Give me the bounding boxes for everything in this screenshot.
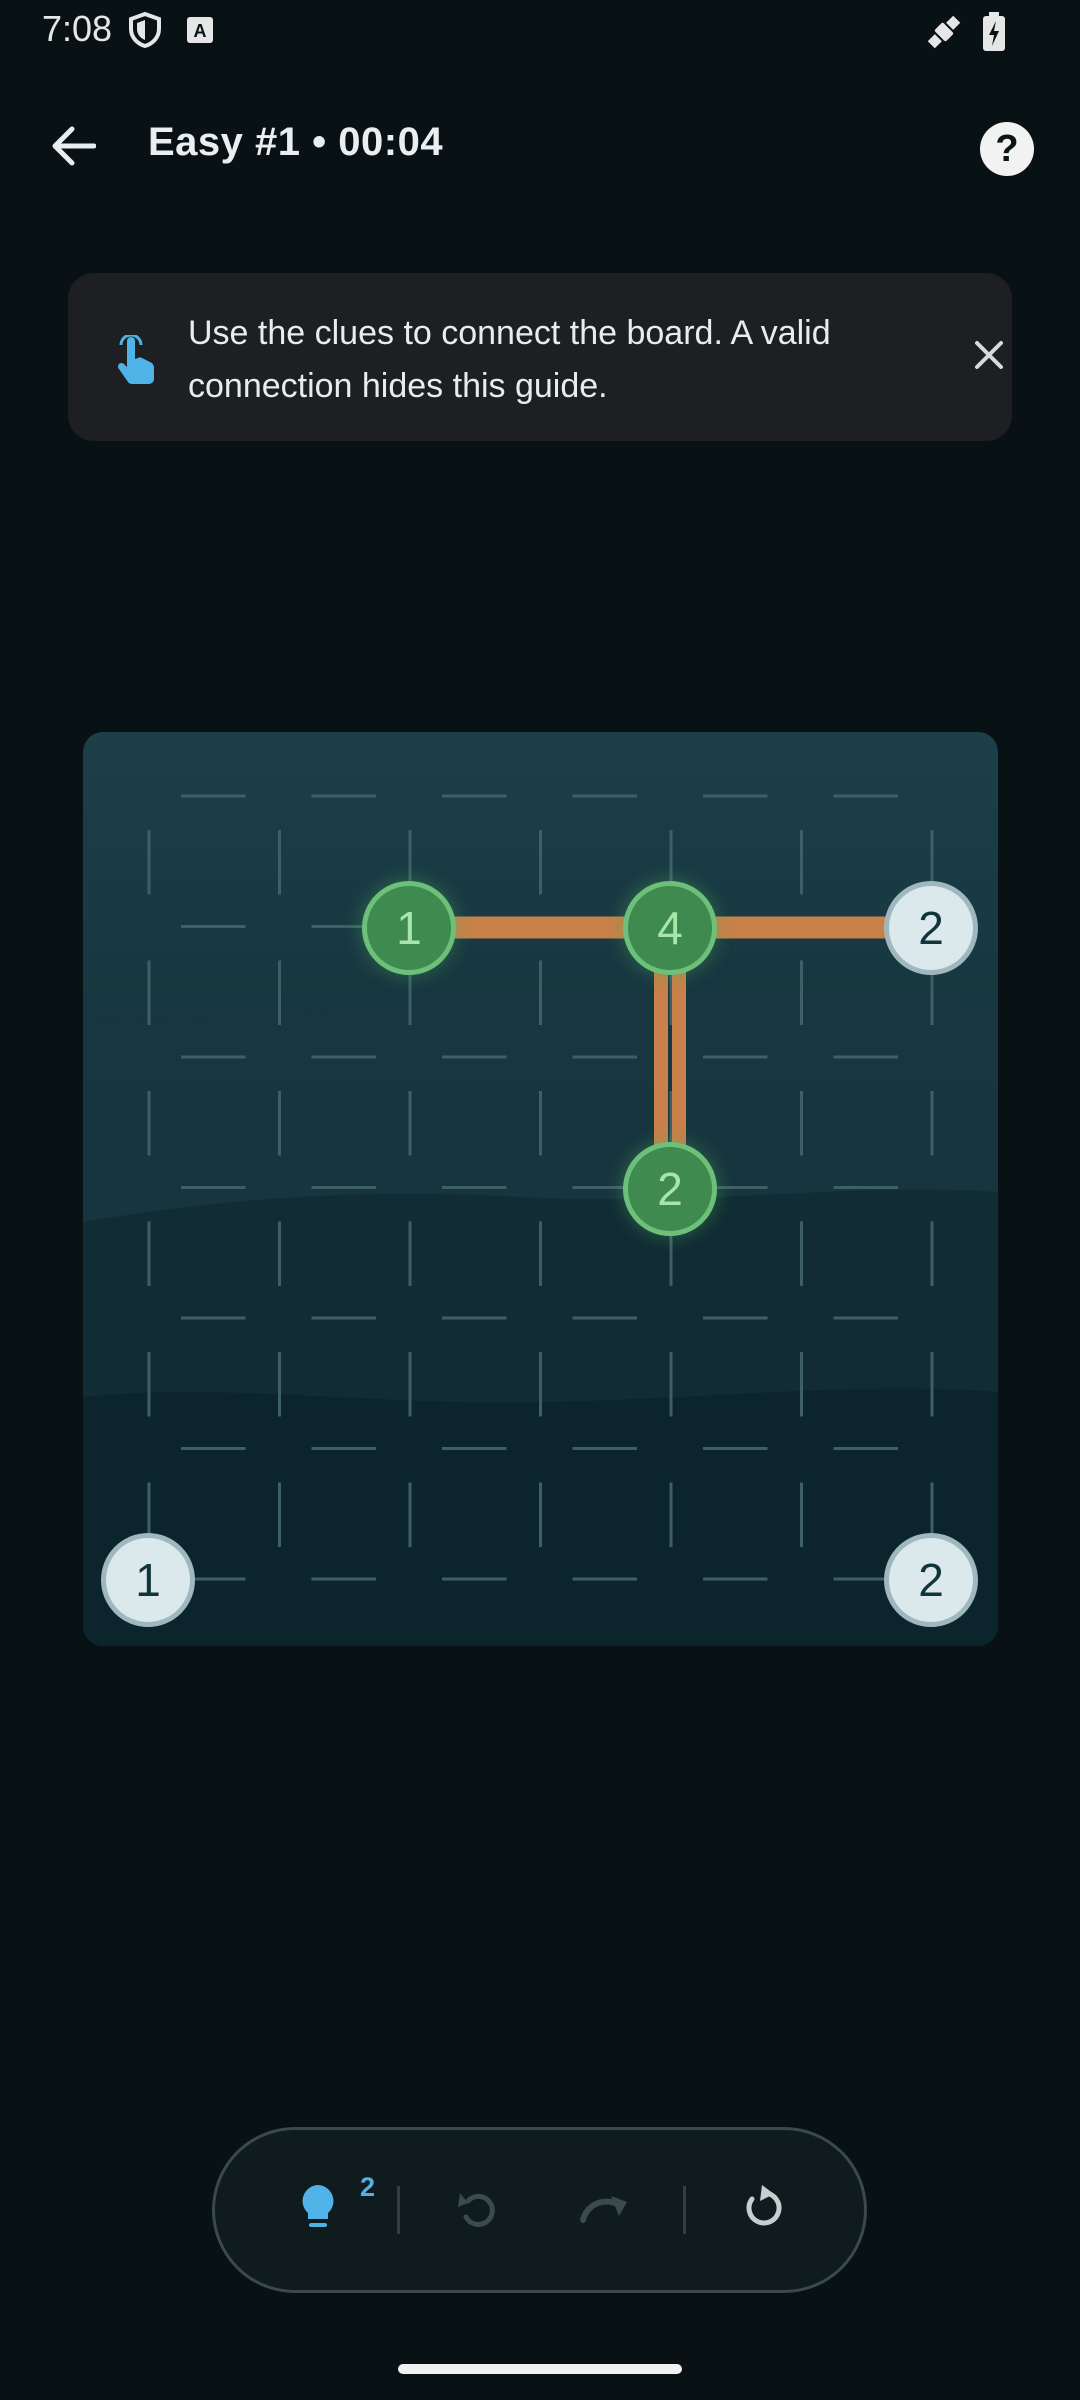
status-bar: 7:08 A — [0, 0, 1080, 64]
island-node[interactable]: 2 — [884, 880, 978, 975]
keyboard-a-icon: A — [186, 16, 214, 49]
island-node[interactable]: 2 — [623, 1141, 717, 1236]
reset-button[interactable] — [725, 2170, 805, 2250]
help-button[interactable]: ? — [980, 122, 1034, 176]
battery-charging-icon — [982, 12, 1006, 57]
page-title: Easy #1 • 00:04 — [148, 120, 444, 164]
hint-button[interactable] — [278, 2170, 358, 2250]
back-button[interactable] — [38, 118, 108, 178]
redo-button[interactable] — [565, 2170, 645, 2250]
guide-text: Use the clues to connect the board. A va… — [188, 314, 831, 405]
island-node[interactable]: 1 — [101, 1533, 195, 1627]
reset-icon — [742, 2184, 788, 2236]
puzzle-board[interactable]: 1 4 2 2 1 2 — [83, 732, 998, 1646]
island-node[interactable]: 4 — [623, 880, 717, 975]
arrow-back-icon — [50, 126, 97, 171]
shield-icon — [128, 11, 162, 53]
top-app-bar: Easy #1 • 00:04 ? — [0, 100, 1080, 196]
redo-icon — [579, 2190, 631, 2231]
svg-text:A: A — [194, 21, 207, 41]
toolbar-divider — [397, 2186, 400, 2234]
home-indicator[interactable] — [398, 2364, 682, 2374]
hint-count-badge: 2 — [360, 2172, 376, 2202]
guide-close-button[interactable] — [968, 336, 1010, 378]
island-node[interactable]: 2 — [884, 1533, 978, 1627]
toolbar-divider — [683, 2186, 686, 2234]
guide-card: Use the clues to connect the board. A va… — [68, 273, 1012, 441]
board-canvas — [83, 732, 998, 1646]
satellite-icon — [924, 12, 964, 57]
help-circle-icon: ? — [995, 127, 1019, 170]
undo-button[interactable] — [439, 2170, 519, 2250]
game-toolbar: 2 — [212, 2127, 867, 2293]
island-node[interactable]: 1 — [362, 880, 456, 975]
status-time: 7:08 — [42, 8, 113, 49]
screen: 7:08 A Easy #1 • 00:04 ? Use the clues t… — [0, 0, 1080, 2400]
close-icon — [974, 340, 1004, 375]
tap-hand-icon — [116, 333, 156, 390]
undo-icon — [456, 2185, 502, 2236]
lightbulb-icon — [300, 2183, 336, 2238]
